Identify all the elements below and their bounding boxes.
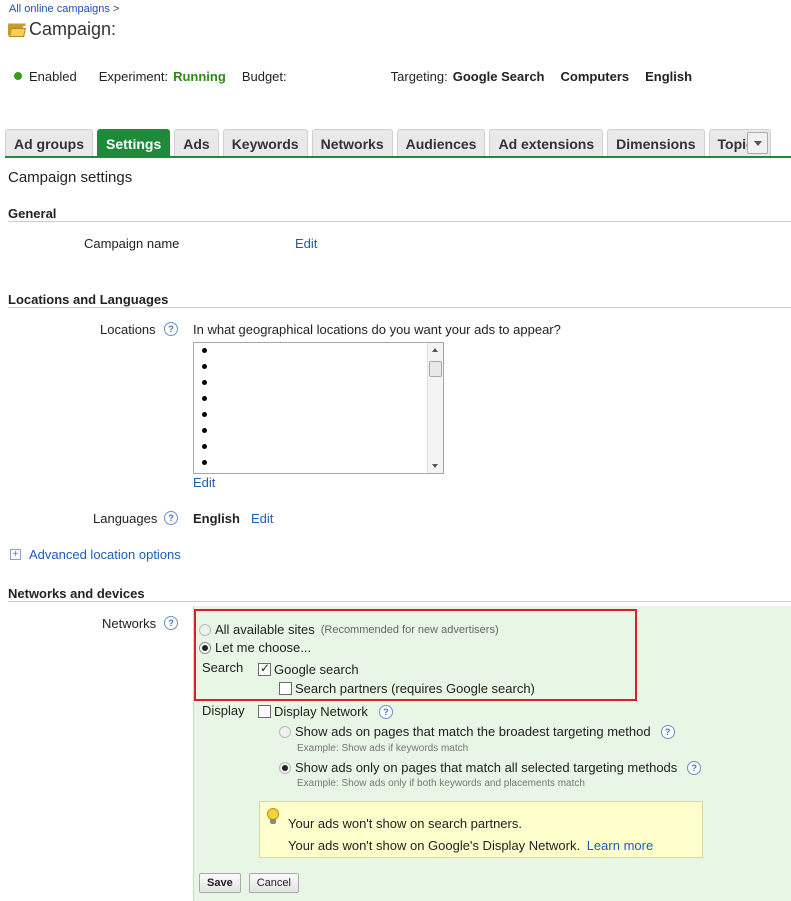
campaign-tabs: Ad groups Settings Ads Keywords Networks…: [5, 129, 775, 157]
broad-targeting-label: Show ads on pages that match the broades…: [295, 724, 651, 739]
lightbulb-icon: [266, 808, 280, 826]
locations-question: In what geographical locations do you wa…: [193, 322, 561, 337]
info-line-display-network: Your ads won't show on Google's Display …: [288, 838, 581, 853]
location-item: [202, 423, 443, 439]
broad-targeting-option[interactable]: Show ads on pages that match the broades…: [279, 724, 675, 739]
enabled-status: Enabled: [29, 68, 77, 84]
broad-targeting-help-icon[interactable]: ?: [660, 724, 675, 739]
breadcrumb: All online campaigns >: [9, 3, 119, 15]
divider: [8, 307, 791, 308]
location-item: [202, 407, 443, 423]
targeting-label: Targeting:: [390, 68, 448, 84]
expand-plus-icon[interactable]: +: [10, 549, 21, 560]
targeting-computers: Computers: [560, 68, 630, 84]
campaign-name-label: Campaign name: [84, 236, 180, 251]
languages-label: Languages: [93, 511, 158, 526]
display-label: Display: [202, 703, 245, 718]
info-notice: Your ads won't show on search partners. …: [259, 801, 703, 858]
locations-help-icon[interactable]: ?: [164, 322, 178, 336]
languages-value: English: [193, 511, 240, 526]
tab-underline: [5, 156, 791, 158]
display-network-label: Display Network: [274, 704, 368, 719]
info-line-search-partners: Your ads won't show on search partners.: [288, 816, 522, 831]
locations-edit-link[interactable]: Edit: [193, 475, 215, 490]
display-network-checkbox[interactable]: [258, 705, 271, 718]
form-actions: Save Cancel: [199, 873, 299, 893]
campaign-name-edit-link[interactable]: Edit: [295, 236, 317, 251]
page-title: Campaign settings: [8, 169, 133, 186]
languages-help-icon[interactable]: ?: [164, 511, 178, 525]
broad-targeting-example: Example: Show ads if keywords match: [297, 743, 469, 754]
targeting-google-search: Google Search: [452, 68, 545, 84]
location-item: [202, 391, 443, 407]
all-targeting-option[interactable]: Show ads only on pages that match all se…: [279, 760, 702, 775]
display-network-help-icon[interactable]: ?: [378, 704, 393, 719]
divider: [8, 601, 791, 602]
tab-dimensions[interactable]: Dimensions: [607, 129, 705, 157]
campaign-status-row: Enabled Experiment: Running Budget: Targ…: [14, 67, 692, 85]
locations-scrollbar[interactable]: [427, 343, 443, 473]
tab-ads[interactable]: Ads: [174, 129, 219, 157]
save-button[interactable]: Save: [199, 873, 241, 893]
scroll-up-icon[interactable]: [432, 348, 438, 352]
locations-label: Locations: [100, 322, 156, 337]
broad-targeting-radio[interactable]: [279, 725, 291, 738]
divider: [8, 221, 791, 222]
experiment-status: Running: [173, 68, 226, 84]
location-item: [202, 343, 443, 359]
location-item: [202, 455, 443, 471]
general-heading: General: [8, 206, 57, 221]
all-targeting-radio[interactable]: [279, 761, 291, 774]
enabled-status-icon: [14, 72, 22, 80]
locations-languages-heading: Locations and Languages: [8, 292, 169, 307]
advanced-location-options[interactable]: + Advanced location options: [10, 547, 181, 562]
highlight-box: [194, 609, 637, 701]
languages-edit-link[interactable]: Edit: [251, 511, 273, 526]
tab-ad-extensions[interactable]: Ad extensions: [489, 129, 604, 157]
breadcrumb-all-campaigns-link[interactable]: All online campaigns: [9, 3, 110, 15]
experiment-label: Experiment:: [98, 68, 169, 84]
budget-label: Budget:: [241, 68, 287, 84]
folder-icon: [8, 22, 26, 37]
page-header: Campaign:: [8, 19, 116, 40]
networks-devices-heading: Networks and devices: [8, 586, 145, 601]
tab-audiences[interactable]: Audiences: [396, 129, 486, 157]
display-network-option[interactable]: Display Network ?: [258, 704, 393, 719]
targeting-english: English: [645, 68, 693, 84]
location-item: [202, 375, 443, 391]
tab-ad-groups[interactable]: Ad groups: [5, 129, 93, 157]
all-targeting-label: Show ads only on pages that match all se…: [295, 760, 678, 775]
learn-more-link[interactable]: Learn more: [587, 838, 653, 853]
all-targeting-example: Example: Show ads only if both keywords …: [297, 778, 585, 789]
locations-list[interactable]: [193, 342, 444, 474]
location-item: [202, 439, 443, 455]
networks-help-icon[interactable]: ?: [164, 616, 178, 630]
location-item: [202, 359, 443, 375]
scroll-down-icon[interactable]: [432, 464, 438, 468]
campaign-title: Campaign:: [29, 19, 117, 39]
all-targeting-help-icon[interactable]: ?: [687, 760, 702, 775]
cancel-button[interactable]: Cancel: [248, 873, 299, 893]
networks-label: Networks: [102, 616, 157, 631]
breadcrumb-separator: >: [112, 3, 120, 15]
tab-settings[interactable]: Settings: [97, 129, 171, 157]
more-tabs-dropdown[interactable]: [747, 132, 768, 154]
chevron-down-icon: [753, 140, 762, 146]
scroll-thumb[interactable]: [429, 361, 442, 377]
tab-networks[interactable]: Networks: [311, 129, 393, 157]
tab-keywords[interactable]: Keywords: [222, 129, 308, 157]
advanced-location-options-link[interactable]: Advanced location options: [29, 547, 181, 562]
